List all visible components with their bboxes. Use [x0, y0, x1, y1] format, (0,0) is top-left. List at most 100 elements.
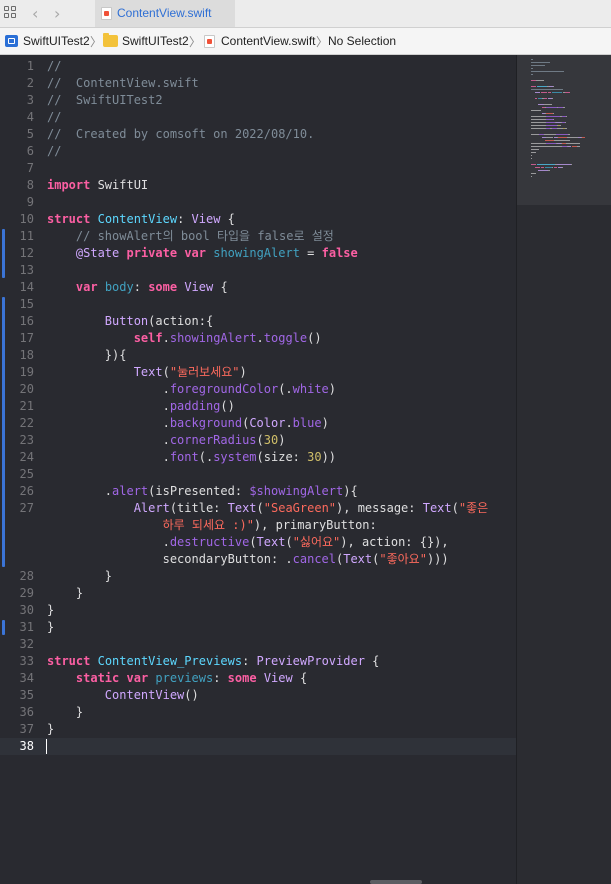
code-line[interactable]: 12 @State private var showingAlert = fal… [0, 245, 516, 262]
code-line[interactable]: 17 self.showingAlert.toggle() [0, 330, 516, 347]
code-token: (isPresented: [148, 484, 250, 498]
code-line[interactable]: 5 // Created by comsoft on 2022/08/10. [0, 126, 516, 143]
code-line[interactable]: 16 Button(action:{ [0, 313, 516, 330]
code-line[interactable]: 13 [0, 262, 516, 279]
jumpbar-selection[interactable]: No Selection [328, 34, 396, 48]
minimap-viewport[interactable] [517, 55, 611, 205]
code-text: // ContentView.swift [47, 75, 199, 92]
code-editor[interactable]: 1 // 2 // ContentView.swift 3 // SwiftUITest2… [0, 55, 516, 884]
minimap-stroke [531, 59, 533, 60]
minimap-stroke [531, 158, 532, 159]
code-text: Text("눌러보세요") [47, 364, 247, 381]
line-number: 32 [19, 637, 34, 651]
code-line[interactable]: 31} [0, 619, 516, 636]
code-token: Button [104, 314, 149, 328]
code-line[interactable]: 21 .padding() [0, 398, 516, 415]
code-line[interactable]: 2 // ContentView.swift [0, 75, 516, 92]
line-number: 27 [19, 501, 34, 515]
minimap-stroke [531, 110, 541, 111]
line-number: 21 [19, 399, 34, 413]
code-text: } [47, 721, 54, 738]
code-token: $showingAlert [249, 484, 344, 498]
line-number: 17 [19, 331, 34, 345]
code-line[interactable]: secondaryButton: .cancel(Text("좋아요"))) [0, 551, 516, 568]
code-token: Text [133, 365, 163, 379]
code-text: // SwiftUITest2 [47, 92, 163, 109]
minimap-stroke [534, 98, 538, 99]
minimap-stroke [552, 119, 555, 120]
code-line[interactable]: 36 } [0, 704, 516, 721]
minimap-stroke [543, 104, 552, 105]
minimap-stroke [544, 167, 552, 168]
line-number: 11 [19, 229, 34, 243]
code-text: secondaryButton: .cancel(Text("좋아요"))) [47, 551, 449, 568]
line-number: 3 [26, 93, 34, 107]
back-arrow-icon[interactable]: ‹ [32, 4, 38, 23]
jumpbar-project[interactable]: SwiftUITest2 [23, 34, 90, 48]
code-line[interactable]: 1 // [0, 58, 516, 75]
code-line[interactable]: 35 ContentView() [0, 687, 516, 704]
code-line[interactable]: 32 [0, 636, 516, 653]
code-line[interactable]: 19 Text("눌러보세요") [0, 364, 516, 381]
code-line[interactable]: 30} [0, 602, 516, 619]
code-line[interactable]: 20 .foregroundColor(.white) [0, 381, 516, 398]
code-line[interactable]: 3 // SwiftUITest2 [0, 92, 516, 109]
code-token: View [184, 280, 214, 294]
jumpbar-group[interactable]: SwiftUITest2 [122, 34, 189, 48]
code-line[interactable]: 하루 되세요 :)"), primaryButton: [0, 517, 516, 534]
code-token: ){ [343, 484, 358, 498]
code-token: font [169, 450, 199, 464]
line-number: 30 [19, 603, 34, 617]
code-token: }){ [47, 348, 127, 362]
code-line[interactable]: 26 .alert(isPresented: $showingAlert){ [0, 483, 516, 500]
code-line[interactable]: 22 .background(Color.blue) [0, 415, 516, 432]
code-line[interactable]: .destructive(Text("싫어요"), action: {}), [0, 534, 516, 551]
code-line[interactable]: 9 [0, 194, 516, 211]
code-line[interactable]: 38 [0, 738, 516, 755]
code-line[interactable]: 11 // showAlert의 bool 타입을 false로 설정 [0, 228, 516, 245]
grid-icon[interactable] [4, 6, 16, 18]
code-token: . [47, 416, 170, 430]
change-indicator[interactable] [2, 620, 5, 635]
code-text: } [47, 568, 112, 585]
code-line[interactable]: 6 // [0, 143, 516, 160]
minimap-stroke [537, 164, 556, 165]
line-number: 20 [19, 382, 34, 396]
line-number: 36 [19, 705, 34, 719]
jumpbar-file[interactable]: ContentView.swift [221, 34, 316, 48]
code-token: blue [292, 416, 322, 430]
code-line[interactable]: 37} [0, 721, 516, 738]
code-line[interactable]: 24 .font(.system(size: 30)) [0, 449, 516, 466]
minimap[interactable] [516, 55, 611, 884]
code-line[interactable]: 27 Alert(title: Text("SeaGreen"), messag… [0, 500, 516, 517]
minimap-stroke [582, 137, 585, 138]
minimap-stroke [551, 98, 554, 99]
code-line[interactable]: 4 // [0, 109, 516, 126]
code-line[interactable]: 23 .cornerRadius(30) [0, 432, 516, 449]
code-line[interactable]: 25 [0, 466, 516, 483]
code-text: // [47, 143, 61, 160]
code-line[interactable]: 34 static var previews: some View { [0, 670, 516, 687]
code-line[interactable]: 33 struct ContentView_Previews: PreviewPr… [0, 653, 516, 670]
change-indicator[interactable] [2, 297, 5, 567]
code-line[interactable]: 8 import SwiftUI [0, 177, 516, 194]
code-line[interactable]: 10 struct ContentView: View { [0, 211, 516, 228]
minimap-stroke [531, 149, 540, 150]
minimap-stroke [561, 167, 564, 168]
code-token: // showAlert의 bool 타입을 false로 설정 [47, 229, 334, 243]
code-line[interactable]: 28 } [0, 568, 516, 585]
code-line[interactable]: 18 }){ [0, 347, 516, 364]
code-line[interactable]: 15 [0, 296, 516, 313]
forward-arrow-icon[interactable]: › [54, 4, 60, 23]
tab-contentview-swift[interactable]: ContentView.swift [95, 0, 235, 27]
code-line[interactable]: 14 var body: some View { [0, 279, 516, 296]
change-indicator[interactable] [2, 229, 5, 278]
horizontal-scrollbar[interactable] [370, 880, 422, 884]
minimap-stroke [531, 68, 533, 69]
code-line[interactable]: 7 [0, 160, 516, 177]
code-line[interactable]: 29 } [0, 585, 516, 602]
